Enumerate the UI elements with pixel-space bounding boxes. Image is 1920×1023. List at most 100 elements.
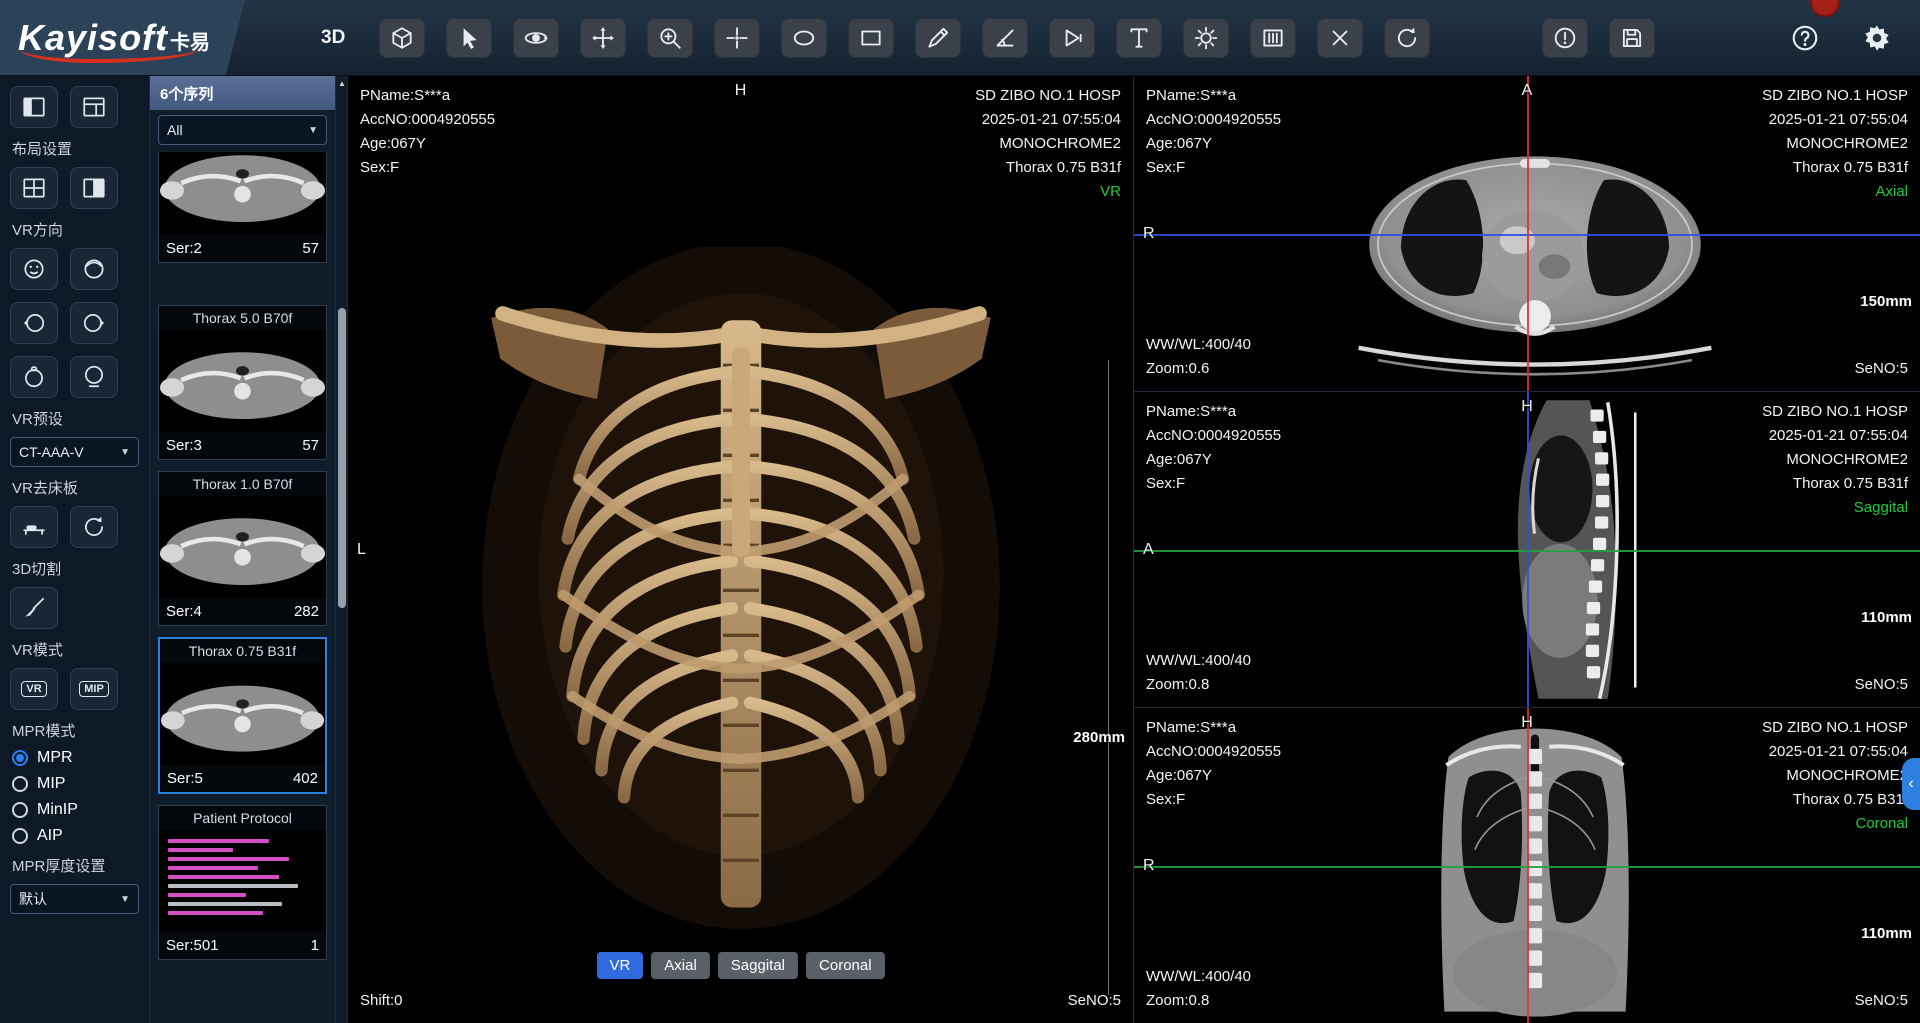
- series-scrollbar[interactable]: ▲: [336, 76, 348, 1023]
- scale-label: 110mm: [1861, 925, 1912, 942]
- settings-gear-icon[interactable]: [1856, 17, 1898, 59]
- viewport-sagittal[interactable]: PName:S***a AccNO:0004920555 Age:067Y Se…: [1134, 392, 1920, 708]
- series-number: Ser:501: [166, 937, 219, 954]
- zoom-label: Zoom:0.6: [1146, 357, 1251, 381]
- text-annotate-icon[interactable]: [1116, 18, 1162, 58]
- vr-mode-mip-icon[interactable]: MIP: [70, 668, 118, 710]
- scroll-up-arrow-icon[interactable]: ▲: [336, 79, 348, 88]
- series-item-ser5-selected[interactable]: Thorax 0.75 B31f Ser:5 402: [158, 637, 327, 794]
- vr-orient-posterior-icon[interactable]: [70, 248, 118, 290]
- cut-3d-title: 3D切割: [12, 558, 139, 579]
- vr-preset-dropdown[interactable]: CT-AAA-V ▼: [10, 437, 139, 467]
- alert-icon[interactable]: [1542, 18, 1588, 58]
- orientation-top-label: H: [735, 82, 747, 100]
- view-type-label: Axial: [1762, 180, 1908, 204]
- viewport-vr-main[interactable]: PName:S***a AccNO:0004920555 Age:067Y Se…: [348, 76, 1134, 1023]
- series-thumbnail: [159, 496, 326, 598]
- view-button-saggital[interactable]: Saggital: [718, 952, 798, 979]
- series-item-partial-wrap: Ser:2 57: [158, 152, 327, 294]
- mpr-thickness-dropdown[interactable]: 默认 ▼: [10, 884, 139, 914]
- patient-age: Age:067Y: [1146, 132, 1281, 156]
- save-icon[interactable]: [1609, 18, 1655, 58]
- layout-preset-2-icon[interactable]: [70, 86, 118, 128]
- series-desc: Thorax 0.75 B31f: [975, 156, 1121, 180]
- orientation-left-label: A: [1143, 541, 1154, 559]
- series-item-ser2[interactable]: Ser:2 57: [158, 152, 327, 263]
- notification-dot[interactable]: [1810, 0, 1840, 17]
- crosshair-vertical-blue[interactable]: [1527, 392, 1529, 707]
- radio-aip[interactable]: AIP: [12, 827, 137, 845]
- view-button-vr[interactable]: VR: [596, 952, 643, 979]
- brightness-icon[interactable]: [1183, 18, 1229, 58]
- scrollbar-thumb[interactable]: [338, 308, 346, 608]
- cine-play-icon[interactable]: [1049, 18, 1095, 58]
- rotate-3d-icon[interactable]: [513, 18, 559, 58]
- clear-icon[interactable]: [1317, 18, 1363, 58]
- series-number: Ser:4: [166, 603, 202, 620]
- rect-roi-icon[interactable]: [848, 18, 894, 58]
- 3d-cube-icon[interactable]: [379, 18, 425, 58]
- viewport-coronal[interactable]: PName:S***a AccNO:0004920555 Age:067Y Se…: [1134, 708, 1920, 1023]
- view-button-coronal[interactable]: Coronal: [806, 952, 885, 979]
- bed-reset-icon[interactable]: [70, 506, 118, 548]
- window-level-icon[interactable]: [1250, 18, 1296, 58]
- layout-grid-icon[interactable]: [10, 167, 58, 209]
- series-item-ser4[interactable]: Thorax 1.0 B70f Ser:4 282: [158, 471, 327, 626]
- radio-label: MPR: [37, 749, 73, 767]
- shift-label: Shift:0: [360, 989, 403, 1013]
- series-title: Thorax 0.75 B31f: [160, 639, 325, 663]
- radio-mpr[interactable]: MPR: [12, 749, 137, 767]
- scale-label: 110mm: [1861, 609, 1912, 626]
- radio-mip[interactable]: MIP: [12, 775, 137, 793]
- ellipse-roi-icon[interactable]: [781, 18, 827, 58]
- protocol-preview: [159, 830, 326, 932]
- series-item-ser501[interactable]: Patient Protocol: [158, 805, 327, 960]
- radio-minip[interactable]: MinIP: [12, 801, 137, 819]
- study-datetime: 2025-01-21 07:55:04: [1762, 424, 1908, 448]
- vr-orient-left-icon[interactable]: [10, 302, 58, 344]
- vr-orient-inferior-icon[interactable]: [70, 356, 118, 398]
- series-filter-dropdown[interactable]: All ▼: [158, 115, 327, 145]
- scalpel-icon[interactable]: [10, 587, 58, 629]
- mpr-thickness-value: 默认: [19, 889, 47, 909]
- pointer-icon[interactable]: [446, 18, 492, 58]
- view-button-axial[interactable]: Axial: [651, 952, 710, 979]
- radio-dot: [12, 776, 28, 792]
- viewport-axial[interactable]: PName:S***a AccNO:0004920555 Age:067Y Se…: [1134, 76, 1920, 392]
- reset-icon[interactable]: [1384, 18, 1430, 58]
- mip-badge-label: MIP: [79, 681, 109, 697]
- panel-collapse-button[interactable]: ‹: [1902, 758, 1920, 810]
- vr-mode-vr-icon[interactable]: VR: [10, 668, 58, 710]
- series-item-ser3[interactable]: Thorax 5.0 B70f Ser:3 57: [158, 305, 327, 460]
- angle-measure-icon[interactable]: [982, 18, 1028, 58]
- chevron-down-icon: ▼: [308, 125, 318, 136]
- patient-sex: Sex:F: [360, 156, 495, 180]
- pencil-measure-icon[interactable]: [915, 18, 961, 58]
- study-info-overlay: SD ZIBO NO.1 HOSP 2025-01-21 07:55:04 MO…: [975, 84, 1121, 204]
- vr-orient-right-icon[interactable]: [70, 302, 118, 344]
- zoom-in-icon[interactable]: [647, 18, 693, 58]
- crosshair-vertical-red[interactable]: [1527, 708, 1529, 1023]
- hospital-name: SD ZIBO NO.1 HOSP: [975, 84, 1121, 108]
- patient-name: PName:S***a: [1146, 400, 1281, 424]
- zoom-label: Zoom:0.8: [1146, 989, 1251, 1013]
- layout-preset-1-icon[interactable]: [10, 86, 58, 128]
- window-overlay: WW/WL:400/40 Zoom:0.8: [1146, 649, 1251, 697]
- pan-icon[interactable]: [580, 18, 626, 58]
- app-logo: Kayisoft 卡易: [0, 0, 295, 75]
- layout-split-icon[interactable]: [70, 167, 118, 209]
- series-desc: Thorax 0.75 B31f: [1762, 788, 1908, 812]
- vr-orient-superior-icon[interactable]: [10, 356, 58, 398]
- radio-label: AIP: [37, 827, 63, 845]
- crosshair-icon[interactable]: [714, 18, 760, 58]
- orientation-top-label: H: [1521, 398, 1533, 416]
- series-count-header: 6个序列: [150, 76, 335, 110]
- wwwl-label: WW/WL:400/40: [1146, 333, 1251, 357]
- series-no-label: SeNO:5: [1855, 673, 1908, 697]
- patient-info-overlay: PName:S***a AccNO:0004920555 Age:067Y Se…: [1146, 716, 1281, 812]
- crosshair-vertical-red[interactable]: [1527, 76, 1529, 391]
- remove-bed-icon[interactable]: [10, 506, 58, 548]
- help-icon[interactable]: [1784, 17, 1826, 59]
- series-no-label: SeNO:5: [1855, 357, 1908, 381]
- vr-orient-anterior-icon[interactable]: [10, 248, 58, 290]
